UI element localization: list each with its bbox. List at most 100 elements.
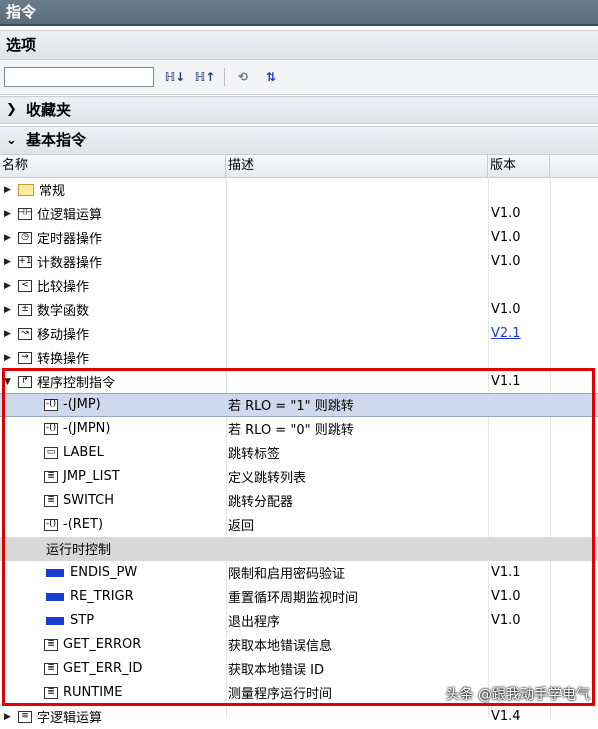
bit-logic-icon: ⊣⊢ bbox=[17, 207, 33, 220]
instruction-name: RE_TRIGR bbox=[70, 589, 134, 605]
counter-icon: +1 bbox=[18, 255, 32, 268]
expand-icon[interactable]: ▶ bbox=[4, 185, 16, 195]
move-icon: ↝ bbox=[18, 327, 32, 340]
search-up-icon: ℍ↑ bbox=[194, 70, 216, 84]
folder-row[interactable]: ▶ ≡ 字逻辑运算 V1.4 bbox=[0, 705, 598, 729]
col-desc[interactable]: 描述 bbox=[226, 155, 488, 177]
search-input[interactable] bbox=[4, 67, 154, 87]
folder-version: V1.0 bbox=[491, 230, 521, 246]
basic-section[interactable]: ⌄ 基本指令 bbox=[0, 126, 598, 155]
folder-name: 数学函数 bbox=[37, 304, 90, 320]
instruction-desc: 获取本地错误 ID bbox=[228, 663, 324, 679]
refresh-icon: ⟲ bbox=[237, 70, 249, 84]
instruction-row[interactable]: ≣ GET_ERR_ID 获取本地错误 ID bbox=[0, 657, 598, 681]
instruction-desc: 重置循环周期监视时间 bbox=[228, 591, 359, 607]
instruction-version: V1.1 bbox=[491, 565, 521, 581]
basic-label: 基本指令 bbox=[26, 131, 87, 149]
collapse-icon[interactable]: ▼ bbox=[4, 377, 16, 387]
search-up-button[interactable]: ℍ↑ bbox=[194, 66, 216, 88]
folder-row-expanded[interactable]: ▼ ↱ 程序控制指令 V1.1 bbox=[0, 370, 598, 394]
instruction-version: V1.0 bbox=[491, 613, 521, 629]
window-title: 指令 bbox=[0, 0, 598, 26]
favorites-label: 收藏夹 bbox=[26, 101, 72, 119]
expand-icon[interactable]: ▶ bbox=[4, 305, 16, 315]
folder-row[interactable]: ▶ ± 数学函数 V1.0 bbox=[0, 298, 598, 322]
instruction-desc: 若 RLO = "1" 则跳转 bbox=[228, 399, 354, 415]
expand-icon[interactable]: ▶ bbox=[4, 257, 16, 267]
instruction-row[interactable]: ≣ SWITCH 跳转分配器 bbox=[0, 489, 598, 513]
folder-name: 位逻辑运算 bbox=[37, 208, 103, 224]
instruction-name: -(RET) bbox=[63, 517, 104, 533]
col-version[interactable]: 版本 bbox=[488, 155, 550, 177]
convert-icon: ⇝ bbox=[18, 351, 32, 364]
column-header: 名称 描述 版本 bbox=[0, 155, 598, 178]
folder-row[interactable]: ▶ < 比较操作 bbox=[0, 274, 598, 298]
folder-name: 转换操作 bbox=[37, 352, 90, 368]
instruction-row[interactable]: -() -(RET) 返回 bbox=[0, 513, 598, 537]
instruction-row[interactable]: ≣ JMP_LIST 定义跳转列表 bbox=[0, 465, 598, 489]
instruction-row[interactable]: ▭ LABEL 跳转标签 bbox=[0, 441, 598, 465]
folder-row[interactable]: ▶ 常规 bbox=[0, 178, 598, 202]
instruction-box-icon bbox=[46, 616, 64, 625]
folder-version: V1.0 bbox=[491, 302, 521, 318]
instruction-name: SWITCH bbox=[63, 493, 114, 509]
instruction-desc: 返回 bbox=[228, 519, 255, 535]
folder-name: 计数器操作 bbox=[37, 256, 103, 272]
folder-icon bbox=[18, 183, 34, 196]
instruction-name: ENDIS_PW bbox=[70, 565, 138, 581]
function-box-icon: ≣ bbox=[44, 638, 58, 651]
folder-name: 常规 bbox=[39, 184, 66, 200]
instruction-row[interactable]: -() -(JMP) 若 RLO = "1" 则跳转 bbox=[0, 393, 598, 417]
update-button[interactable]: ⇅ bbox=[260, 66, 282, 88]
group-row[interactable]: 运行时控制 bbox=[0, 537, 598, 561]
folder-row[interactable]: ▶ ↝ 移动操作 V2.1 bbox=[0, 322, 598, 346]
col-name[interactable]: 名称 bbox=[0, 155, 226, 177]
expand-icon[interactable]: ▶ bbox=[4, 353, 16, 363]
label-icon: ▭ bbox=[44, 446, 58, 459]
refresh-button[interactable]: ⟲ bbox=[232, 66, 254, 88]
instruction-name: STP bbox=[70, 613, 95, 629]
expand-icon[interactable]: ▶ bbox=[4, 712, 16, 722]
instruction-box-icon bbox=[46, 592, 64, 601]
instruction-desc: 定义跳转列表 bbox=[228, 471, 307, 487]
expand-icon[interactable]: ▶ bbox=[4, 233, 16, 243]
function-box-icon: ≣ bbox=[44, 662, 58, 675]
version-link[interactable]: V2.1 bbox=[491, 326, 521, 341]
favorites-section[interactable]: ❯ 收藏夹 bbox=[0, 96, 598, 124]
instruction-row[interactable]: RE_TRIGR 重置循环周期监视时间 V1.0 bbox=[0, 585, 598, 609]
folder-row[interactable]: ▶ ◷ 定时器操作 V1.0 bbox=[0, 226, 598, 250]
instruction-row[interactable]: STP 退出程序 V1.0 bbox=[0, 609, 598, 633]
chevron-right-icon: ❯ bbox=[6, 102, 17, 117]
folder-row[interactable]: ▶ ⇝ 转换操作 bbox=[0, 346, 598, 370]
folder-name: 比较操作 bbox=[37, 280, 90, 296]
instruction-name: GET_ERROR bbox=[63, 637, 142, 653]
folder-version: V1.0 bbox=[491, 254, 521, 270]
update-icon: ⇅ bbox=[265, 70, 277, 84]
expand-icon[interactable]: ▶ bbox=[4, 329, 16, 339]
timer-icon: ◷ bbox=[18, 231, 32, 244]
jump-coil-icon: -() bbox=[44, 518, 58, 531]
instruction-row[interactable]: -() -(JMPN) 若 RLO = "0" 则跳转 bbox=[0, 417, 598, 441]
instruction-desc: 测量程序运行时间 bbox=[228, 687, 333, 703]
math-icon: ± bbox=[18, 303, 32, 316]
search-down-icon: ℍ↓ bbox=[164, 70, 186, 84]
folder-row[interactable]: ▶ ⊣⊢ 位逻辑运算 V1.0 bbox=[0, 202, 598, 226]
folder-row[interactable]: ▶ +1 计数器操作 V1.0 bbox=[0, 250, 598, 274]
search-down-button[interactable]: ℍ↓ bbox=[164, 66, 186, 88]
instruction-row[interactable]: ENDIS_PW 限制和启用密码验证 V1.1 bbox=[0, 561, 598, 585]
instruction-name: JMP_LIST bbox=[63, 469, 120, 485]
folder-version: V1.1 bbox=[491, 374, 521, 390]
program-control-icon: ↱ bbox=[18, 375, 32, 388]
instruction-desc: 跳转标签 bbox=[228, 447, 281, 463]
instruction-row[interactable]: ≣ GET_ERROR 获取本地错误信息 bbox=[0, 633, 598, 657]
jump-coil-icon: -() bbox=[44, 398, 58, 411]
folder-name: 定时器操作 bbox=[37, 232, 103, 248]
instruction-name: -(JMP) bbox=[63, 397, 101, 413]
expand-icon[interactable]: ▶ bbox=[4, 209, 16, 219]
instruction-desc: 限制和启用密码验证 bbox=[228, 567, 346, 583]
expand-icon[interactable]: ▶ bbox=[4, 281, 16, 291]
instruction-desc: 退出程序 bbox=[228, 615, 281, 631]
instruction-box-icon bbox=[46, 568, 64, 577]
toolbar-divider bbox=[224, 68, 225, 86]
chevron-down-icon: ⌄ bbox=[6, 133, 17, 148]
